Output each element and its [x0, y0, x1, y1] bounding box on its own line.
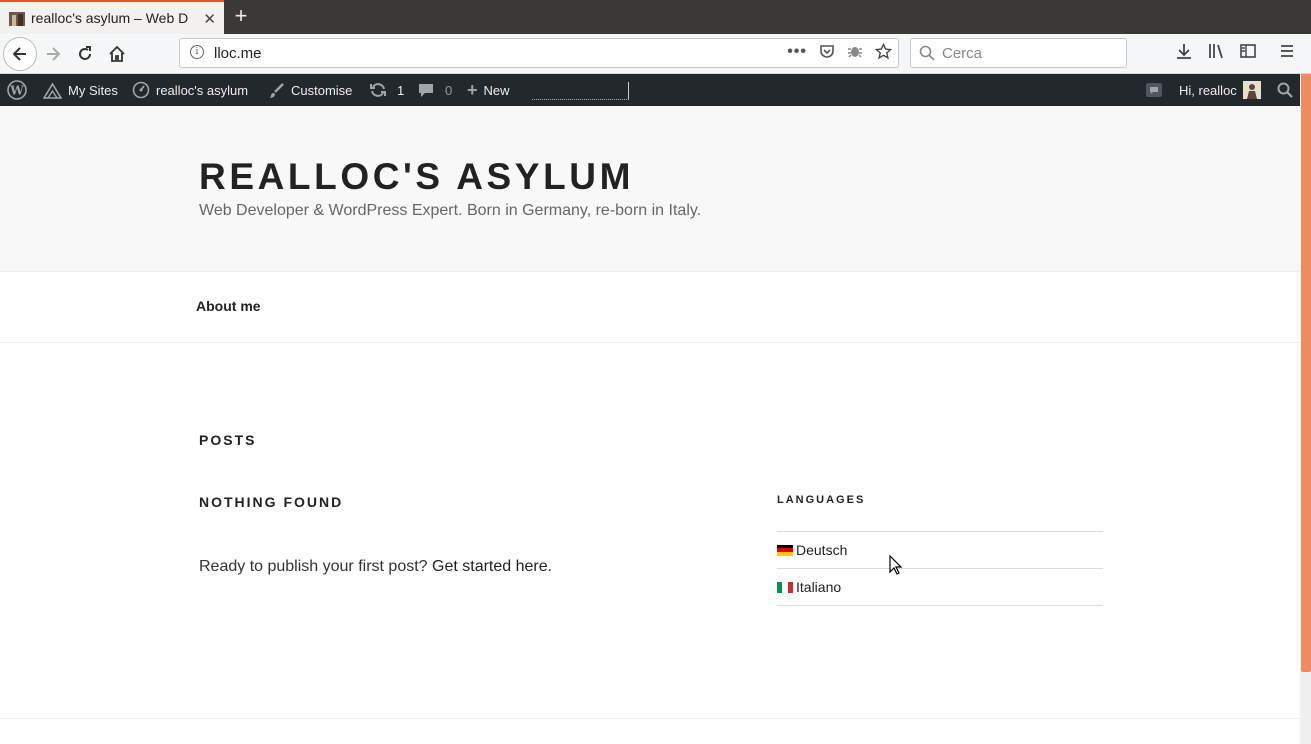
paintbrush-icon	[268, 82, 285, 99]
more-actions-icon[interactable]: •••	[787, 43, 807, 65]
publish-prefix: Ready to publish your first post?	[199, 558, 433, 575]
comment-bubble-icon	[417, 82, 435, 98]
back-button[interactable]	[3, 37, 37, 71]
reload-icon	[79, 46, 91, 60]
search-icon	[919, 45, 935, 66]
page-title: POSTS	[199, 432, 257, 448]
admin-search-icon[interactable]	[1277, 74, 1293, 106]
user-account-menu[interactable]: Hi, realloc	[1179, 74, 1261, 106]
arrow-left-icon	[12, 47, 26, 61]
pocket-icon[interactable]	[819, 43, 835, 65]
search-bar[interactable]: Cerca	[910, 38, 1127, 68]
wp-admin-bar: W My Sites realloc's asylum Customise 1 …	[0, 74, 1311, 106]
reload-button[interactable]	[70, 39, 100, 69]
home-icon	[109, 45, 125, 62]
german-flag-icon	[777, 544, 793, 556]
updates-count: 1	[397, 82, 405, 98]
languages-widget-title: LANGUAGES	[777, 494, 866, 506]
nothing-found-heading: NOTHING FOUND	[199, 494, 344, 510]
new-tab-button[interactable]: +	[230, 3, 252, 29]
new-content-menu[interactable]: + New	[467, 74, 510, 106]
page-scrollbar[interactable]	[1300, 74, 1311, 744]
download-icon[interactable]	[1175, 42, 1193, 65]
browser-toolbar: i lloc.me ••• Cerca	[0, 34, 1311, 74]
scrollbar-thumb[interactable]	[1301, 74, 1311, 672]
site-description: Web Developer & WordPress Expert. Born i…	[199, 202, 702, 219]
svg-text:W: W	[9, 84, 24, 98]
languages-list: Deutsch Italiano	[777, 531, 1103, 606]
library-icon[interactable]	[1207, 42, 1225, 65]
my-sites-label: My Sites	[68, 82, 118, 98]
mouse-cursor-icon	[889, 555, 903, 575]
tab-title: realloc's asylum – Web D	[31, 10, 189, 26]
italian-flag-icon	[777, 581, 793, 593]
site-navigation: About me	[0, 272, 1300, 343]
notification-icon[interactable]	[1145, 74, 1163, 106]
language-label[interactable]: Italiano	[796, 579, 841, 595]
user-avatar	[1242, 81, 1261, 99]
user-greeting: Hi, realloc	[1179, 82, 1237, 98]
wordpress-logo-icon[interactable]: W	[7, 74, 27, 106]
site-favicon-icon	[9, 10, 25, 26]
new-label: New	[483, 82, 510, 98]
site-name-label: realloc's asylum	[156, 82, 249, 98]
extension-bug-icon[interactable]	[847, 43, 863, 65]
language-item-deutsch[interactable]: Deutsch	[777, 532, 1103, 569]
plus-icon: +	[467, 79, 478, 100]
get-started-link[interactable]: Get started here	[432, 558, 548, 575]
info-icon[interactable]: i	[190, 45, 204, 59]
browser-tab-strip: realloc's asylum – Web D ✕ +	[0, 0, 1311, 34]
publish-suffix: .	[547, 558, 553, 575]
customise-label: Customise	[291, 82, 353, 98]
updates-link[interactable]: 1	[369, 74, 404, 106]
arrow-right-icon	[47, 47, 61, 61]
sidebar-toggle-icon[interactable]	[1239, 42, 1257, 65]
forward-button[interactable]	[38, 39, 68, 69]
close-tab-icon[interactable]: ✕	[203, 10, 216, 28]
language-item-italiano[interactable]: Italiano	[777, 569, 1103, 606]
url-bar[interactable]: i lloc.me •••	[179, 38, 899, 68]
hamburger-menu-icon[interactable]	[1279, 42, 1295, 65]
network-sites-icon	[43, 81, 62, 99]
admin-search-field[interactable]	[532, 82, 629, 100]
nav-item-about-me[interactable]: About me	[196, 298, 261, 314]
url-text[interactable]: lloc.me	[214, 45, 262, 62]
footer-divider	[0, 718, 1300, 719]
bookmark-star-icon[interactable]	[874, 42, 893, 65]
comments-link[interactable]: 0	[417, 74, 452, 106]
site-name-menu[interactable]: realloc's asylum	[132, 74, 248, 106]
browser-tab[interactable]: realloc's asylum – Web D ✕	[0, 0, 224, 34]
dashboard-icon	[132, 81, 150, 99]
updates-icon	[369, 81, 387, 99]
my-sites-menu[interactable]: My Sites	[43, 74, 118, 106]
customise-link[interactable]: Customise	[268, 74, 352, 106]
comments-count: 0	[445, 82, 453, 98]
site-title[interactable]: REALLOC'S ASYLUM	[199, 156, 634, 198]
publish-message: Ready to publish your first post? Get st…	[199, 558, 552, 576]
language-label[interactable]: Deutsch	[796, 542, 847, 558]
home-button[interactable]	[102, 39, 132, 69]
search-input[interactable]: Cerca	[942, 45, 982, 62]
site-header: REALLOC'S ASYLUM Web Developer & WordPre…	[0, 106, 1300, 272]
